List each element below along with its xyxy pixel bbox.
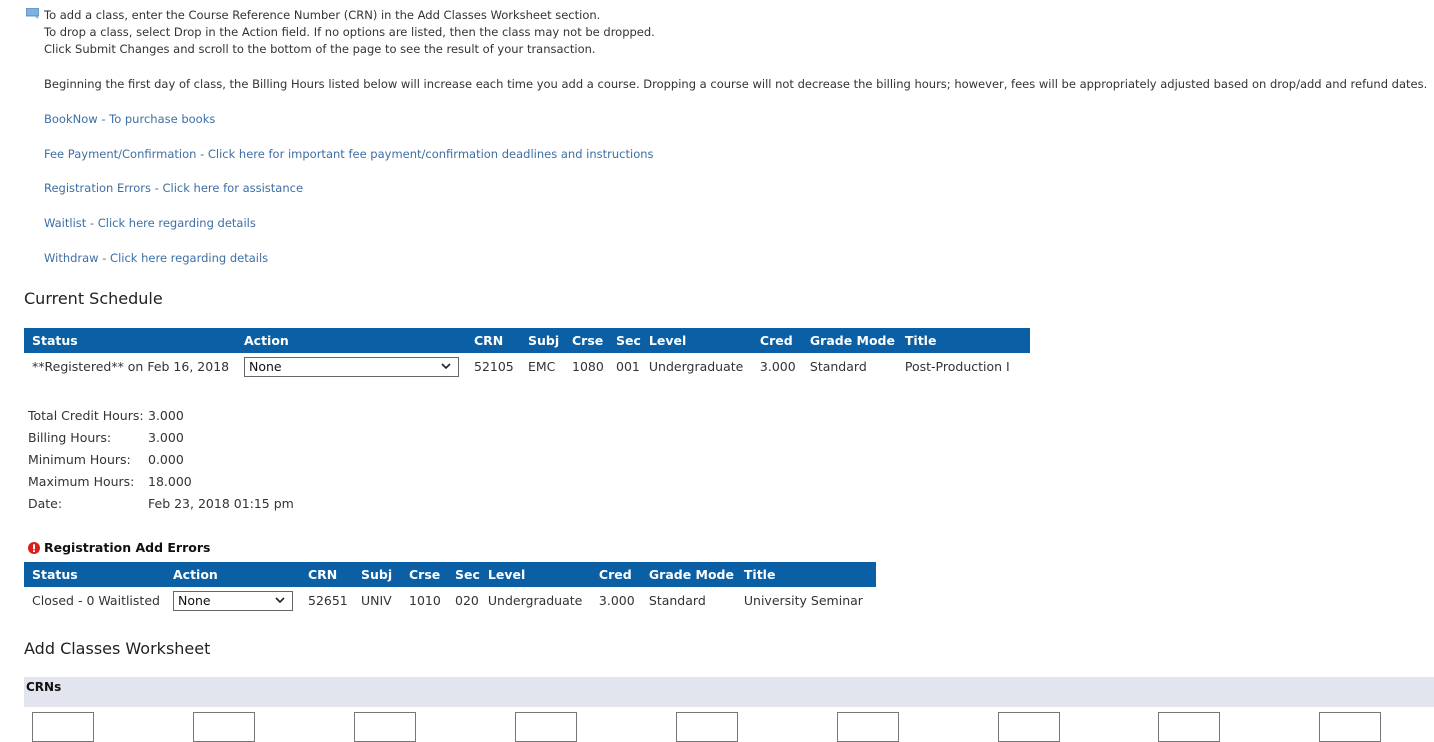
col-cred: Cred	[590, 562, 641, 587]
col-sec: Sec	[447, 562, 480, 587]
crse-cell: 1010	[409, 593, 441, 608]
crn-input-9[interactable]	[1319, 712, 1381, 742]
action-select-value: None	[249, 358, 282, 374]
sec-cell: 020	[455, 593, 479, 608]
title-cell: University Seminar	[743, 593, 863, 608]
col-crse: Crse	[401, 562, 447, 587]
summary-row: Billing Hours: 3.000	[28, 430, 294, 452]
instruction-line: To add a class, enter the Course Referen…	[44, 8, 601, 22]
col-title: Title	[896, 328, 1030, 353]
table-header-row: Status Action CRN Subj Crse Sec Level Cr…	[24, 328, 1030, 353]
hours-summary: Total Credit Hours: 3.000 Billing Hours: 3…	[28, 408, 294, 518]
col-crse: Crse	[564, 328, 608, 353]
chevron-down-icon	[275, 596, 285, 603]
summary-row: Total Credit Hours: 3.000	[28, 408, 294, 430]
summary-value: 18.000	[148, 474, 192, 489]
crse-cell: 1080	[572, 359, 604, 374]
col-status: Status	[24, 328, 236, 353]
col-title: Title	[735, 562, 876, 587]
speech-bubble-icon	[26, 8, 39, 19]
registration-errors-link[interactable]: Registration Errors - Click here for ass…	[44, 181, 303, 195]
summary-value: 3.000	[148, 430, 184, 445]
action-select[interactable]: None	[244, 356, 459, 377]
col-subj: Subj	[520, 328, 564, 353]
summary-row: Date: Feb 23, 2018 01:15 pm	[28, 496, 294, 518]
crn-input-2[interactable]	[193, 712, 255, 742]
waitlist-link[interactable]: Waitlist - Click here regarding details	[44, 216, 256, 230]
subj-cell: EMC	[528, 359, 556, 374]
booknow-link[interactable]: BookNow - To purchase books	[44, 112, 215, 126]
cred-cell: 3.000	[598, 593, 635, 608]
level-cell: Undergraduate	[648, 359, 744, 374]
col-subj: Subj	[353, 562, 401, 587]
add-classes-title: Add Classes Worksheet	[24, 639, 211, 658]
col-status: Status	[24, 562, 165, 587]
chevron-down-icon	[441, 362, 451, 369]
col-sec: Sec	[608, 328, 641, 353]
summary-row: Maximum Hours: 18.000	[28, 474, 294, 496]
cred-cell: 3.000	[759, 359, 796, 374]
action-select[interactable]: None	[173, 590, 293, 611]
col-action: Action	[165, 562, 300, 587]
summary-value: Feb 23, 2018 01:15 pm	[148, 496, 294, 511]
summary-row: Minimum Hours: 0.000	[28, 452, 294, 474]
crn-input-5[interactable]	[676, 712, 738, 742]
crns-header-bar: CRNs	[24, 677, 1434, 707]
table-row: **Registered** on Feb 16, 2018 None 5210…	[24, 353, 1030, 380]
col-cred: Cred	[751, 328, 802, 353]
table-header-row: Status Action CRN Subj Crse Sec Level Cr…	[24, 562, 876, 587]
summary-label: Date:	[28, 496, 63, 511]
crn-input-3[interactable]	[354, 712, 416, 742]
current-schedule-table: Status Action CRN Subj Crse Sec Level Cr…	[24, 328, 1030, 380]
status-cell: Closed - 0 Waitlisted	[32, 593, 160, 608]
instruction-line: To drop a class, select Drop in the Acti…	[44, 25, 655, 39]
grade-mode-cell: Standard	[809, 359, 867, 374]
grade-mode-cell: Standard	[648, 593, 706, 608]
crns-label: CRNs	[26, 680, 62, 694]
col-crn: CRN	[300, 562, 353, 587]
add-errors-table: Status Action CRN Subj Crse Sec Level Cr…	[24, 562, 876, 614]
instruction-line: Click Submit Changes and scroll to the b…	[44, 42, 596, 56]
summary-label: Total Credit Hours:	[28, 408, 144, 423]
table-row: Closed - 0 Waitlisted None 52651 UNIV 10…	[24, 587, 876, 614]
current-schedule-title: Current Schedule	[24, 289, 163, 308]
summary-label: Minimum Hours:	[28, 452, 131, 467]
level-cell: Undergraduate	[487, 593, 583, 608]
col-grade-mode: Grade Mode	[801, 328, 897, 353]
error-icon	[28, 541, 40, 554]
add-errors-title: Registration Add Errors	[28, 540, 210, 555]
subj-cell: UNIV	[361, 593, 392, 608]
add-errors-title-text: Registration Add Errors	[44, 540, 211, 555]
summary-label: Maximum Hours:	[28, 474, 135, 489]
crn-input-6[interactable]	[837, 712, 899, 742]
col-grade-mode: Grade Mode	[640, 562, 736, 587]
col-level: Level	[479, 562, 591, 587]
status-cell: **Registered** on Feb 16, 2018	[32, 359, 230, 374]
summary-value: 0.000	[148, 452, 184, 467]
crn-input-4[interactable]	[515, 712, 577, 742]
sec-cell: 001	[616, 359, 640, 374]
withdraw-link[interactable]: Withdraw - Click here regarding details	[44, 251, 268, 265]
summary-label: Billing Hours:	[28, 430, 112, 445]
crn-input-1[interactable]	[32, 712, 94, 742]
fee-payment-link[interactable]: Fee Payment/Confirmation - Click here fo…	[44, 147, 654, 161]
summary-value: 3.000	[148, 408, 184, 423]
crn-cell: 52105	[474, 359, 514, 374]
billing-note: Beginning the first day of class, the Bi…	[44, 77, 1428, 91]
action-select-value: None	[178, 592, 211, 608]
col-crn: CRN	[466, 328, 520, 353]
col-level: Level	[640, 328, 752, 353]
col-action: Action	[236, 328, 466, 353]
title-cell: Post-Production I	[904, 359, 1010, 374]
crn-input-8[interactable]	[1158, 712, 1220, 742]
action-cell: None	[236, 353, 466, 380]
crn-cell: 52651	[308, 593, 348, 608]
crn-input-7[interactable]	[998, 712, 1060, 742]
action-cell: None	[165, 587, 300, 614]
